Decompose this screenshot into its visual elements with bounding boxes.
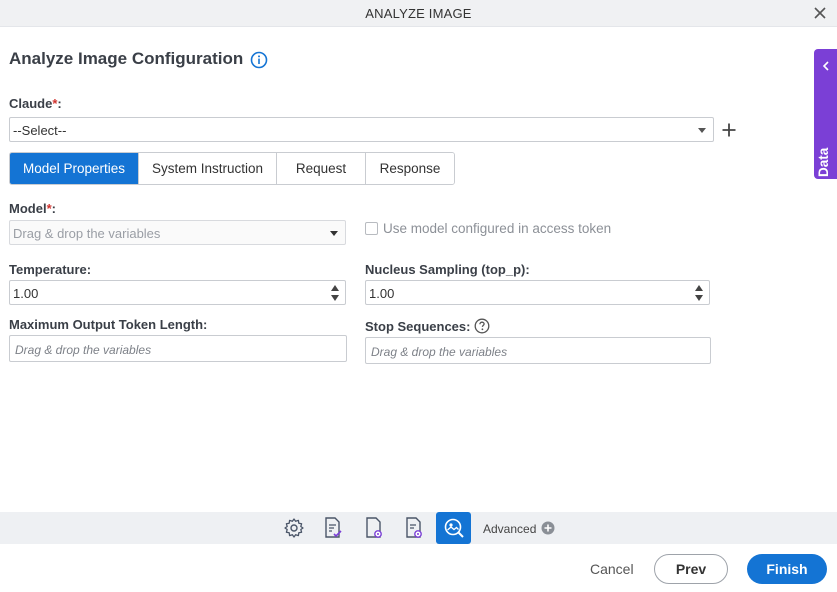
spinner-icon[interactable] bbox=[695, 285, 703, 301]
page-title: Analyze Image Configuration bbox=[9, 49, 244, 68]
app-data-panel-toggle[interactable]: App Data bbox=[814, 49, 837, 207]
title-bar: ANALYZE IMAGE bbox=[0, 0, 837, 27]
temperature-value: 1.00 bbox=[13, 286, 39, 301]
gear-icon[interactable] bbox=[280, 514, 308, 542]
temperature-label: Temperature: bbox=[9, 262, 92, 277]
model-label-text: Model bbox=[9, 201, 47, 216]
tab-system-instruction[interactable]: System Instruction bbox=[138, 153, 276, 184]
info-icon[interactable] bbox=[250, 51, 268, 69]
claude-connection-value: --Select-- bbox=[13, 123, 67, 138]
finish-button[interactable]: Finish bbox=[747, 554, 827, 584]
cancel-button[interactable]: Cancel bbox=[590, 561, 634, 577]
model-select[interactable]: Drag & drop the variables bbox=[9, 220, 346, 245]
chevron-down-icon bbox=[330, 231, 338, 236]
claude-label: Claude*: bbox=[9, 96, 62, 111]
tab-request[interactable]: Request bbox=[276, 153, 365, 184]
top-p-value: 1.00 bbox=[369, 286, 395, 301]
top-p-label: Nucleus Sampling (top_p): bbox=[365, 262, 530, 277]
chevron-left-icon bbox=[822, 61, 829, 71]
plus-circle-icon[interactable] bbox=[541, 521, 555, 535]
stop-sequences-input[interactable]: Drag & drop the variables bbox=[365, 337, 711, 364]
max-tokens-label: Maximum Output Token Length: bbox=[9, 317, 208, 332]
model-label-colon: : bbox=[51, 201, 56, 216]
claude-label-colon: : bbox=[57, 96, 62, 111]
document-settings-icon[interactable] bbox=[360, 514, 388, 542]
use-model-checkbox[interactable] bbox=[365, 222, 378, 235]
image-search-icon[interactable] bbox=[436, 512, 471, 544]
claude-connection-select[interactable]: --Select-- bbox=[9, 117, 714, 142]
app-data-label: App Data bbox=[816, 147, 831, 207]
top-p-field[interactable]: 1.00 bbox=[365, 280, 710, 305]
temperature-field[interactable]: 1.00 bbox=[9, 280, 346, 305]
document-check-icon[interactable] bbox=[319, 514, 347, 542]
claude-label-text: Claude bbox=[9, 96, 53, 111]
close-icon[interactable] bbox=[813, 6, 827, 20]
max-tokens-input[interactable]: Drag & drop the variables bbox=[9, 335, 347, 362]
tab-response[interactable]: Response bbox=[365, 153, 454, 184]
spinner-icon[interactable] bbox=[331, 285, 339, 301]
stop-sequences-label: Stop Sequences: bbox=[365, 319, 471, 334]
tab-bar: Model Properties System Instruction Requ… bbox=[9, 152, 455, 185]
document-gear-icon[interactable] bbox=[400, 514, 428, 542]
use-model-checkbox-row[interactable]: Use model configured in access token bbox=[365, 221, 611, 236]
tab-model-properties[interactable]: Model Properties bbox=[10, 153, 138, 184]
chevron-down-icon bbox=[698, 128, 706, 133]
model-placeholder: Drag & drop the variables bbox=[13, 226, 161, 241]
advanced-button[interactable]: Advanced bbox=[483, 522, 536, 536]
model-label: Model*: bbox=[9, 201, 56, 216]
window-title: ANALYZE IMAGE bbox=[365, 6, 472, 21]
plus-icon[interactable] bbox=[721, 122, 737, 138]
use-model-checkbox-label: Use model configured in access token bbox=[383, 221, 612, 236]
help-icon[interactable] bbox=[474, 318, 490, 334]
prev-button[interactable]: Prev bbox=[654, 554, 728, 584]
bottom-toolbar: Advanced bbox=[0, 512, 837, 544]
